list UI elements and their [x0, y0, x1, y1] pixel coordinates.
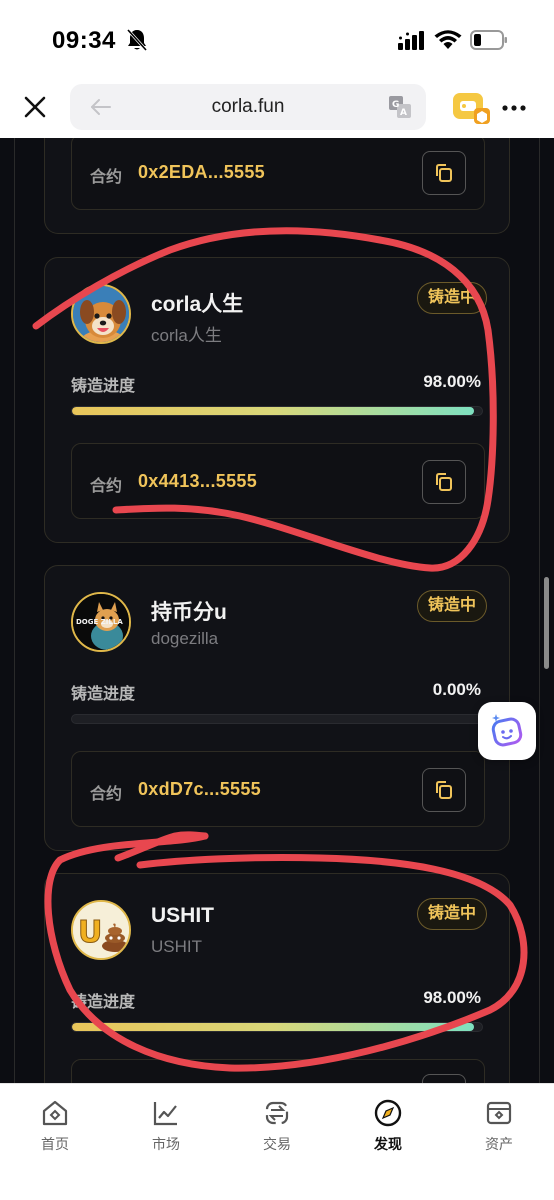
progress-value: 0.00%: [432, 680, 481, 699]
bottom-navigation: 首页 市场 交易 发现 资产: [0, 1083, 554, 1200]
ai-assistant-button[interactable]: [478, 702, 536, 760]
progress-label: 铸造进度: [71, 994, 136, 1011]
token-avatar: [71, 284, 131, 344]
progress-label: 铸造进度: [71, 378, 136, 395]
token-symbol: USHIT: [151, 937, 202, 956]
discover-list: 合约 0x2EDA...5555 corla人生 corla人生 铸造中 铸造进…: [0, 138, 554, 1083]
copy-icon: [436, 473, 452, 491]
progress-fill: [72, 1023, 474, 1031]
progress-bar: [71, 1022, 483, 1032]
token-name: USHIT: [151, 904, 214, 927]
contract-address[interactable]: 0x2EDA...5555: [138, 162, 265, 183]
copy-button[interactable]: [422, 1074, 466, 1083]
token-card[interactable]: corla人生 corla人生 铸造中 铸造进度 98.00% 合约 0x441…: [44, 257, 510, 543]
swap-icon: [265, 1101, 289, 1125]
token-card[interactable]: U USHIT USHIT 铸造中 铸造进度 98.00%: [44, 873, 510, 1083]
token-avatar: U: [71, 900, 131, 960]
contract-box: 合约 0x2EDA...5555: [71, 138, 485, 210]
wallet-icon: [486, 1101, 512, 1125]
copy-button[interactable]: [422, 768, 466, 812]
dog-avatar-icon: [73, 286, 129, 342]
contract-label: 合约: [90, 169, 123, 186]
minting-badge: 铸造中: [417, 898, 487, 930]
nav-assets[interactable]: 资产: [459, 1098, 539, 1158]
nav-label: 发现: [374, 1136, 402, 1152]
browser-toolbar: corla.fun G A: [0, 78, 554, 138]
nav-label: 交易: [263, 1136, 291, 1152]
status-bar: 09:34: [0, 0, 554, 78]
svg-text:A: A: [400, 108, 407, 118]
token-symbol: corla人生: [151, 326, 222, 345]
svg-text:U: U: [78, 915, 102, 950]
more-icon: [502, 105, 526, 111]
contract-address[interactable]: 0x4413...5555: [138, 471, 257, 492]
chart-icon: [153, 1102, 177, 1126]
progress-value: 98.00%: [423, 372, 481, 391]
bell-off-icon: [126, 28, 148, 52]
contract-address[interactable]: 0xdD7c...5555: [138, 779, 261, 800]
progress-bar: [71, 714, 483, 724]
svg-text:DOGE ZILLA: DOGE ZILLA: [76, 618, 123, 626]
nav-home[interactable]: 首页: [15, 1098, 95, 1158]
nav-label: 市场: [152, 1136, 180, 1152]
progress-value: 98.00%: [423, 988, 481, 1007]
scrollbar[interactable]: [544, 577, 549, 669]
copy-icon: [436, 781, 452, 799]
copy-icon: [436, 164, 452, 182]
contract-box: 合约 0x4413...5555: [71, 443, 485, 519]
more-menu-button[interactable]: [500, 94, 528, 122]
contract-box: [71, 1059, 485, 1083]
close-button[interactable]: [20, 92, 50, 122]
token-name: corla人生: [151, 293, 244, 316]
nav-label: 首页: [41, 1136, 69, 1152]
contract-label: 合约: [90, 478, 123, 495]
copy-button[interactable]: [422, 460, 466, 504]
status-time: 09:34: [52, 27, 116, 54]
close-icon: [24, 96, 46, 118]
minting-badge: 铸造中: [417, 282, 487, 314]
token-card: 合约 0x2EDA...5555: [44, 138, 510, 234]
translate-icon[interactable]: G A: [388, 95, 412, 119]
contract-label: 合约: [90, 786, 123, 803]
nav-label: 资产: [485, 1136, 513, 1152]
compass-icon: [374, 1099, 402, 1127]
svg-text:G: G: [392, 100, 399, 110]
token-avatar: DOGE ZILLA: [71, 592, 131, 652]
progress-bar: [71, 406, 483, 416]
battery-icon: [470, 30, 507, 50]
token-name: 持币分u: [151, 601, 227, 624]
progress-fill: [72, 407, 474, 415]
copy-button[interactable]: [422, 151, 466, 195]
address-bar[interactable]: corla.fun G A: [70, 84, 426, 130]
contract-box: 合约 0xdD7c...5555: [71, 751, 485, 827]
sparkle-face-icon: [491, 714, 523, 747]
dogezilla-avatar-icon: DOGE ZILLA: [73, 594, 129, 650]
token-symbol: dogezilla: [151, 629, 219, 648]
home-icon: [42, 1100, 68, 1126]
nav-market[interactable]: 市场: [126, 1098, 206, 1158]
wallet-extension-icon[interactable]: [452, 90, 492, 126]
nav-discover[interactable]: 发现: [348, 1098, 428, 1158]
token-card[interactable]: DOGE ZILLA 持币分u dogezilla 铸造中 铸造进度 0.00%…: [44, 565, 510, 851]
ushit-avatar-icon: U: [73, 902, 129, 958]
wifi-icon: [434, 30, 462, 49]
progress-label: 铸造进度: [71, 686, 136, 703]
signal-icon: [398, 31, 424, 50]
nav-trade[interactable]: 交易: [237, 1098, 317, 1158]
url-text[interactable]: corla.fun: [70, 96, 426, 118]
minting-badge: 铸造中: [417, 590, 487, 622]
